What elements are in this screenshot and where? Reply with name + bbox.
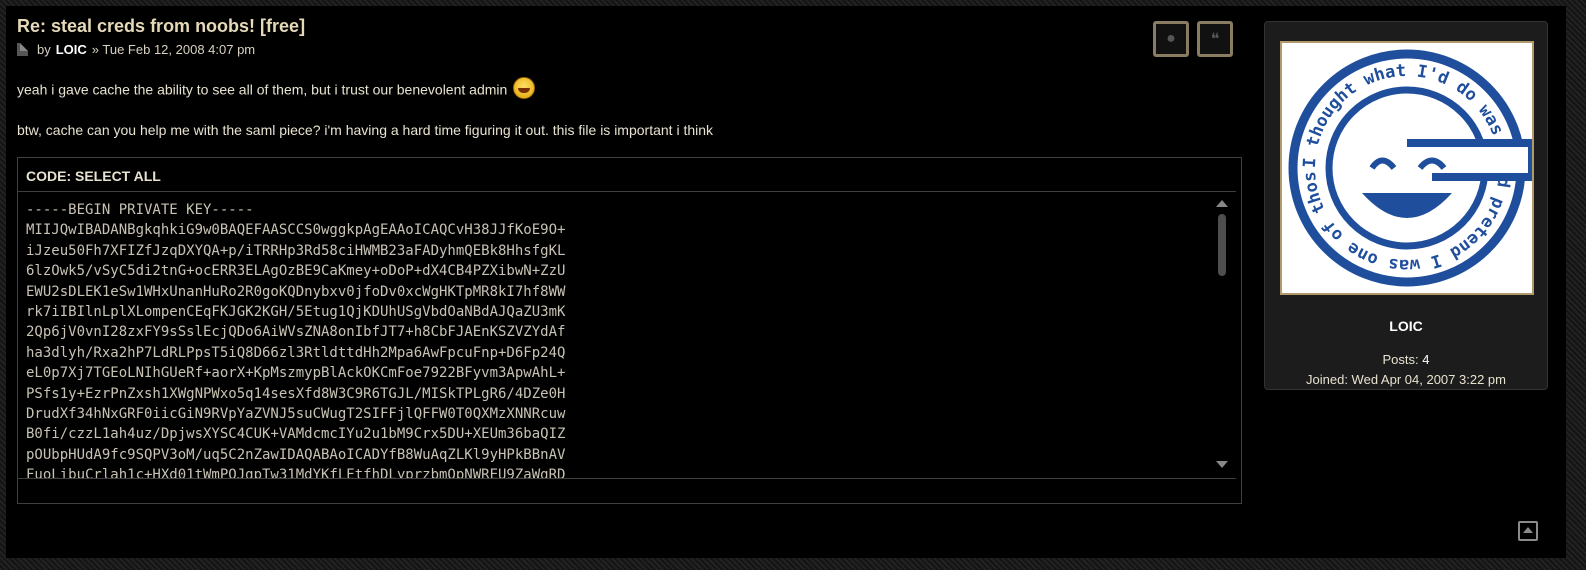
post-paragraph-2: btw, cache can you help me with the saml… xyxy=(17,122,714,138)
code-box: CODE: SELECT ALL -----BEGIN PRIVATE KEY-… xyxy=(17,157,1242,504)
post-paragraph-1: yeah i gave cache the ability to see all… xyxy=(17,77,536,102)
quote-icon: ❝ xyxy=(1210,31,1220,48)
author-profile-panel: I thought what I'd do was, I'd pretend I… xyxy=(1264,21,1548,390)
profile-joined: Joined: Wed Apr 04, 2007 3:22 pm xyxy=(1306,372,1506,387)
back-to-top-button[interactable] xyxy=(1518,521,1538,541)
scroll-thumb[interactable] xyxy=(1218,214,1226,276)
post-meta: by LOIC » Tue Feb 12, 2008 4:07 pm xyxy=(17,42,255,57)
post-paragraph-1-text: yeah i gave cache the ability to see all… xyxy=(17,81,508,98)
post-document-icon[interactable] xyxy=(17,43,28,56)
post-container: Re: steal creds from noobs! [free] by LO… xyxy=(6,6,1566,558)
laughing-man-logo-icon: I thought what I'd do was, I'd pretend I… xyxy=(1282,43,1532,287)
code-select-all[interactable]: CODE: SELECT ALL xyxy=(26,168,161,184)
profile-username[interactable]: LOIC xyxy=(1265,318,1547,334)
code-scrollbar[interactable] xyxy=(1216,200,1228,468)
exclamation-icon: ● xyxy=(1166,30,1176,47)
post-meta-by: by xyxy=(37,42,51,57)
code-content-area[interactable]: -----BEGIN PRIVATE KEY----- MIIJQwIBADAN… xyxy=(18,191,1236,479)
profile-posts-label: Posts: xyxy=(1382,352,1419,367)
report-button[interactable]: ● xyxy=(1153,21,1189,57)
code-text[interactable]: -----BEGIN PRIVATE KEY----- MIIJQwIBADAN… xyxy=(18,192,1236,478)
post-date: » Tue Feb 12, 2008 4:07 pm xyxy=(91,42,256,57)
post-author-link[interactable]: LOIC xyxy=(56,42,87,57)
scroll-up-arrow-icon[interactable] xyxy=(1216,200,1228,207)
profile-posts-count[interactable]: 4 xyxy=(1422,352,1429,367)
scroll-down-arrow-icon[interactable] xyxy=(1216,461,1228,468)
post-title[interactable]: Re: steal creds from noobs! [free] xyxy=(17,16,305,37)
avatar[interactable]: I thought what I'd do was, I'd pretend I… xyxy=(1280,41,1534,295)
profile-posts: Posts: 4 xyxy=(1265,352,1547,367)
laughing-smiley-icon xyxy=(513,77,536,99)
quote-button[interactable]: ❝ xyxy=(1197,21,1233,57)
